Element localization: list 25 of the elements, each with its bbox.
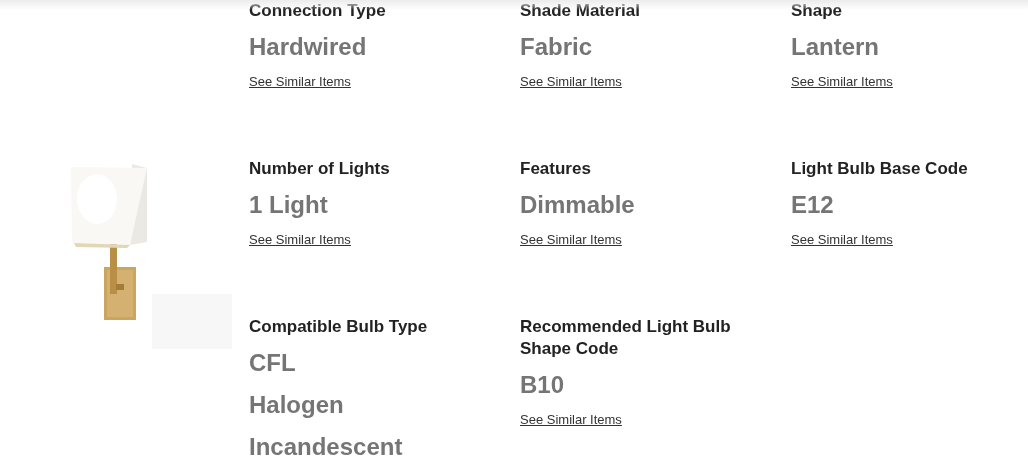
see-similar-link[interactable]: See Similar Items bbox=[791, 74, 893, 90]
see-similar-link[interactable]: See Similar Items bbox=[791, 232, 893, 248]
spec-label: Compatible Bulb Type bbox=[249, 316, 429, 338]
spec-value: Fabric bbox=[520, 32, 593, 62]
spec-value: B10 bbox=[520, 370, 565, 400]
spec-label: Light Bulb Base Code bbox=[791, 158, 969, 180]
spec-value: CFL bbox=[249, 348, 296, 378]
spec-value: 1 Light bbox=[249, 190, 328, 220]
spec-value: Halogen bbox=[249, 390, 344, 420]
spec-value: E12 bbox=[791, 190, 834, 220]
spec-label: Shape bbox=[791, 0, 844, 22]
spec-value: Lantern bbox=[791, 32, 879, 62]
see-similar-link[interactable]: See Similar Items bbox=[249, 232, 351, 248]
see-similar-link[interactable]: See Similar Items bbox=[520, 412, 622, 428]
spec-value: Hardwired bbox=[249, 32, 367, 62]
see-similar-link[interactable]: See Similar Items bbox=[520, 232, 622, 248]
spec-label: Features bbox=[520, 158, 592, 180]
see-similar-link[interactable]: See Similar Items bbox=[249, 74, 351, 90]
spec-label: Number of Lights bbox=[249, 158, 391, 180]
spec-label: Recommended Light Bulb Shape Code bbox=[520, 316, 732, 360]
see-similar-link[interactable]: See Similar Items bbox=[520, 74, 622, 90]
spec-label: Connection Type bbox=[249, 0, 387, 22]
spec-label: Shade Material bbox=[520, 0, 641, 22]
spec-value: Incandescent bbox=[249, 432, 403, 462]
spec-value: Dimmable bbox=[520, 190, 635, 220]
